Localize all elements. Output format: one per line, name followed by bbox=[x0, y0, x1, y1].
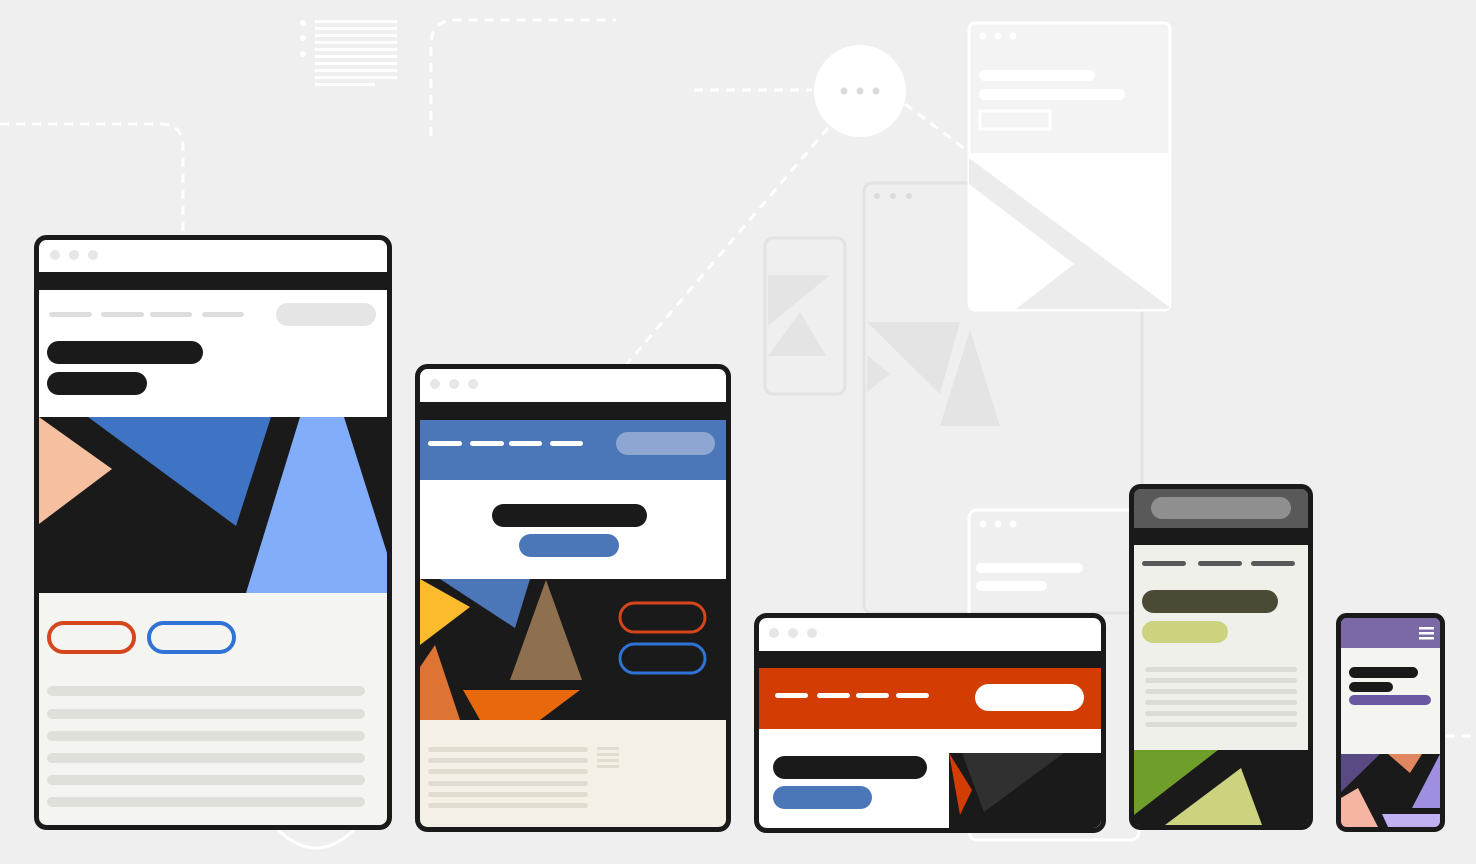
desktop-browser bbox=[34, 235, 392, 830]
connector-top bbox=[429, 18, 616, 136]
hamburger-menu-icon bbox=[1419, 627, 1434, 640]
ghost-phone-content bbox=[768, 275, 830, 356]
ghost-browser-low-content bbox=[976, 520, 1083, 591]
connector-left bbox=[0, 122, 185, 240]
wide-browser bbox=[754, 613, 1106, 833]
ghost-browser-top bbox=[967, 21, 1172, 312]
connector-right bbox=[904, 102, 970, 154]
laptop-browser bbox=[415, 364, 731, 832]
text-lines-icon bbox=[300, 20, 397, 86]
tablet bbox=[1129, 484, 1313, 830]
ghost-arc bbox=[274, 826, 358, 850]
ellipsis-icon bbox=[814, 45, 906, 137]
responsive-devices-illustration bbox=[0, 18, 1476, 850]
phone bbox=[1336, 613, 1445, 832]
